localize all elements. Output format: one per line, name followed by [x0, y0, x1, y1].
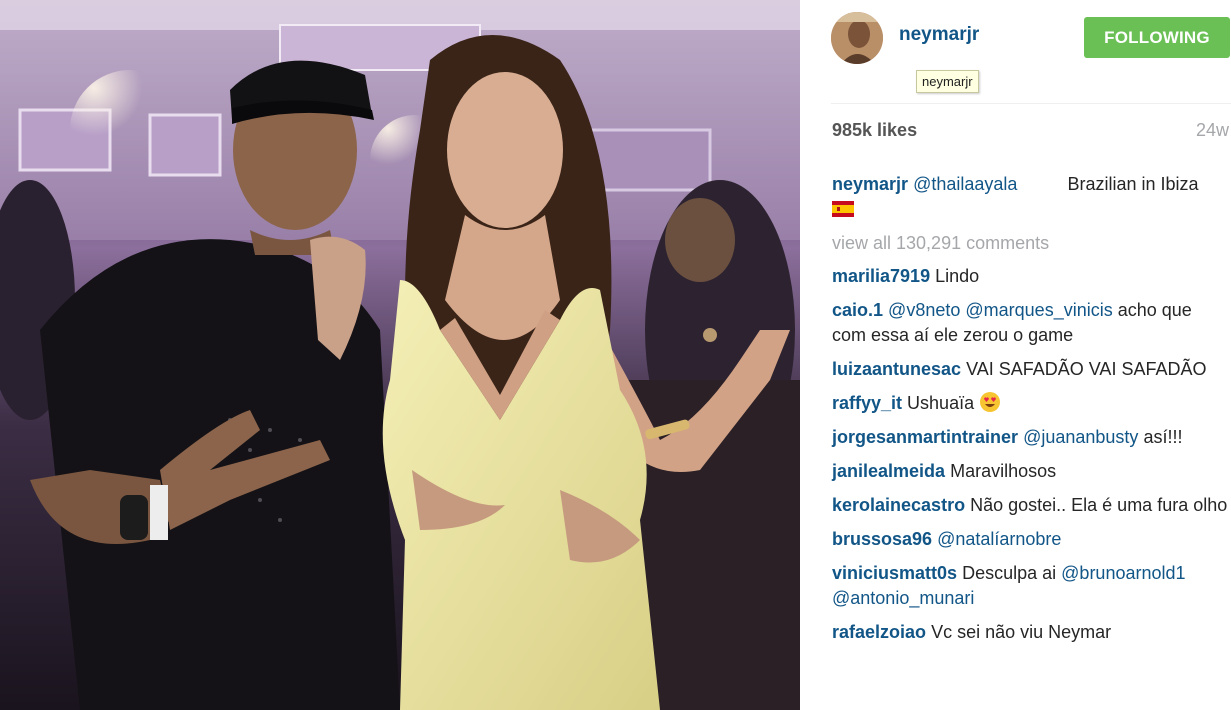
- comment-text: Vc sei não viu Neymar: [931, 622, 1112, 642]
- comment-mention[interactable]: @juananbusty: [1023, 427, 1138, 447]
- comment-item: kerolainecastro Não gostei.. Ela é uma f…: [832, 493, 1230, 518]
- divider: [831, 103, 1231, 104]
- comment-username[interactable]: luizaantunesac: [832, 359, 961, 379]
- post-photo[interactable]: [0, 0, 800, 710]
- comment-username[interactable]: brussosa96: [832, 529, 932, 549]
- comment-item: janilealmeida Maravilhosos: [832, 459, 1230, 484]
- comment-list: neymarjr @thailaayala Brazilian in Ibiza…: [832, 172, 1230, 654]
- comment-username[interactable]: raffyy_it: [832, 393, 902, 413]
- spain-flag-icon: [832, 201, 854, 217]
- caption-text: Brazilian in Ibiza: [1067, 174, 1199, 194]
- comment-mention[interactable]: @marques_vinicis: [965, 300, 1112, 320]
- heart-eyes-emoji-icon: [980, 392, 1001, 412]
- comment-text: Ushuaïa: [907, 393, 975, 413]
- comment-text: Maravilhosos: [950, 461, 1057, 481]
- comment-item: raffyy_it Ushuaïa: [832, 391, 1230, 416]
- comment-username[interactable]: rafaelzoiao: [832, 622, 926, 642]
- following-button[interactable]: FOLLOWING: [1084, 17, 1230, 58]
- comment-text: Lindo: [935, 266, 980, 286]
- caption-username[interactable]: neymarjr: [832, 174, 908, 194]
- caption-mention[interactable]: @thailaayala: [913, 174, 1017, 194]
- comment-item: caio.1 @v8neto @marques_vinicis acho que…: [832, 298, 1230, 348]
- comment-username[interactable]: janilealmeida: [832, 461, 945, 481]
- comment-username[interactable]: kerolainecastro: [832, 495, 965, 515]
- post-username[interactable]: neymarjr: [899, 24, 979, 46]
- comment-mention[interactable]: @antonio_munari: [832, 588, 974, 608]
- comment-text: Desculpa ai: [962, 563, 1057, 583]
- post-caption: neymarjr @thailaayala Brazilian in Ibiza: [832, 172, 1230, 222]
- comment-item: rafaelzoiao Vc sei não viu Neymar: [832, 620, 1230, 645]
- comment-username[interactable]: caio.1: [832, 300, 883, 320]
- comment-item: jorgesanmartintrainer @juananbusty así!!…: [832, 425, 1230, 450]
- post-sidebar: neymarjr FOLLOWING neymarjr 985k likes 2…: [800, 0, 1231, 710]
- comment-item: brussosa96 @natalíarnobre: [832, 527, 1230, 552]
- view-all-comments-link[interactable]: view all 130,291 comments: [832, 231, 1230, 255]
- comment-item: viniciusmatt0s Desculpa ai @brunoarnold1…: [832, 561, 1230, 611]
- profile-avatar[interactable]: [831, 12, 883, 64]
- comment-text: así!!!: [1143, 427, 1183, 447]
- comment-text: VAI SAFADÃO VAI SAFADÃO: [966, 359, 1207, 379]
- comment-username[interactable]: jorgesanmartintrainer: [832, 427, 1018, 447]
- comment-mention[interactable]: @natalíarnobre: [937, 529, 1061, 549]
- comment-text: Não gostei.. Ela é uma fura olho: [970, 495, 1228, 515]
- comment-username[interactable]: marilia7919: [832, 266, 930, 286]
- comment-mention[interactable]: @brunoarnold1: [1061, 563, 1185, 583]
- post-age[interactable]: 24w: [1196, 120, 1229, 141]
- username-tooltip: neymarjr: [916, 70, 979, 93]
- comment-item: luizaantunesac VAI SAFADÃO VAI SAFADÃO: [832, 357, 1230, 382]
- comment-item: marilia7919 Lindo: [832, 264, 1230, 289]
- comment-mention[interactable]: @v8neto: [888, 300, 960, 320]
- comment-username[interactable]: viniciusmatt0s: [832, 563, 957, 583]
- likes-count[interactable]: 985k likes: [832, 120, 917, 141]
